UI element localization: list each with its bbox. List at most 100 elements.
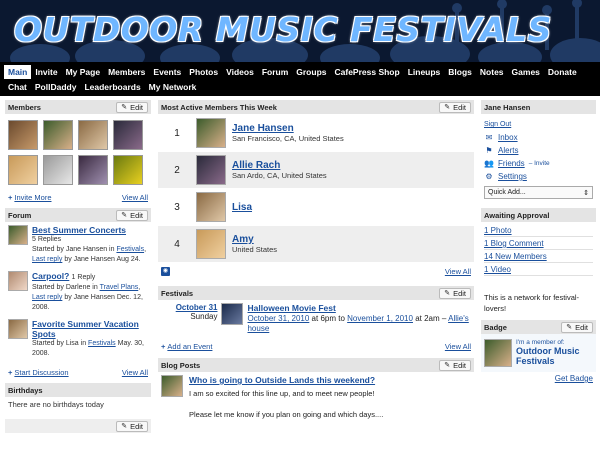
nav-item-donate[interactable]: Donate xyxy=(544,65,581,79)
rank-number: 2 xyxy=(174,164,180,176)
nav-item-my-page[interactable]: My Page xyxy=(62,65,105,79)
nav-row-primary: Main Invite My Page Members Events Photos Vide… xyxy=(4,64,596,79)
event-end-link[interactable]: November 1, 2010 xyxy=(347,314,413,323)
approval-item-link[interactable]: 1 Photo xyxy=(484,226,512,235)
nav-item-my-network[interactable]: My Network xyxy=(145,80,201,94)
nav-item-games[interactable]: Games xyxy=(508,65,544,79)
member-avatar[interactable] xyxy=(8,155,38,185)
forum-title: Forum xyxy=(8,210,32,220)
author-avatar[interactable] xyxy=(161,375,183,397)
forum-topic-title[interactable]: Carpool? xyxy=(32,271,69,281)
forum-category-link[interactable]: Festivals xyxy=(116,246,144,253)
invite-more-link[interactable]: Invite More xyxy=(14,193,51,202)
badge-edit-button[interactable]: ✎ Edit xyxy=(561,321,593,333)
active-members-edit-button[interactable]: ✎ Edit xyxy=(439,101,471,113)
nav-item-notes[interactable]: Notes xyxy=(476,65,508,79)
approval-item-link[interactable]: 14 New Members xyxy=(484,252,547,261)
member-avatar[interactable] xyxy=(8,120,38,150)
forum-edit-button[interactable]: ✎ Edit xyxy=(116,209,148,221)
invite-friends-link[interactable]: – Invite xyxy=(529,160,550,167)
forum-topic: Best Summer Concerts 5 Replies Started b… xyxy=(5,222,151,268)
nav-item-leaderboards[interactable]: Leaderboards xyxy=(80,80,144,94)
member-name-link[interactable]: Allie Rach xyxy=(232,160,280,171)
members-view-all-link[interactable]: View All xyxy=(122,193,148,202)
event-thumbnail[interactable] xyxy=(221,303,244,325)
add-event-link[interactable]: Add an Event xyxy=(167,342,212,351)
last-reply-link[interactable]: Last reply xyxy=(32,256,62,263)
event-date-link[interactable]: October 31 xyxy=(176,303,218,312)
blog-post-title-link[interactable]: Who is going to Outside Lands this weeke… xyxy=(189,375,375,385)
nav-item-forum[interactable]: Forum xyxy=(258,65,292,79)
birthdays-header: Birthdays xyxy=(5,383,151,397)
forum-topic-title[interactable]: Best Summer Concerts xyxy=(32,225,126,235)
inbox-link[interactable]: Inbox xyxy=(498,133,518,142)
event-title-link[interactable]: Halloween Movie Fest xyxy=(247,303,335,313)
nav-item-polldaddy[interactable]: PollDaddy xyxy=(31,80,81,94)
member-name-link[interactable]: Lisa xyxy=(232,202,252,213)
friends-link[interactable]: Friends xyxy=(498,159,525,168)
get-badge-link[interactable]: Get Badge xyxy=(555,374,593,383)
member-avatar[interactable] xyxy=(78,155,108,185)
start-discussion-link[interactable]: Start Discussion xyxy=(14,368,68,377)
approval-item-link[interactable]: 1 Video xyxy=(484,265,511,274)
plus-icon: + xyxy=(8,368,13,377)
main-navigation: Main Invite My Page Members Events Photos Vide… xyxy=(0,62,600,96)
alerts-link[interactable]: Alerts xyxy=(498,146,518,155)
member-avatar[interactable] xyxy=(113,120,143,150)
blog-posts-edit-button[interactable]: ✎ Edit xyxy=(439,359,471,371)
member-avatar[interactable] xyxy=(78,120,108,150)
member-avatar[interactable] xyxy=(196,229,226,259)
settings-link[interactable]: Settings xyxy=(498,172,527,181)
nav-item-members[interactable]: Members xyxy=(104,65,149,79)
rank-number: 3 xyxy=(174,201,180,213)
nav-item-videos[interactable]: Videos xyxy=(222,65,258,79)
member-avatar[interactable] xyxy=(196,155,226,185)
nav-item-main[interactable]: Main xyxy=(4,64,32,79)
event-day: Sunday xyxy=(190,312,218,321)
birthdays-edit-button[interactable]: ✎ Edit xyxy=(116,420,148,432)
event-start-link[interactable]: October 31, 2010 xyxy=(247,314,309,323)
members-edit-button[interactable]: ✎ Edit xyxy=(116,101,148,113)
pencil-icon: ✎ xyxy=(566,323,573,331)
forum-category-link[interactable]: Festivals xyxy=(88,340,116,347)
nav-item-blogs[interactable]: Blogs xyxy=(444,65,476,79)
member-avatar[interactable] xyxy=(113,155,143,185)
forum-view-all-link[interactable]: View All xyxy=(122,368,148,377)
right-column: Jane Hansen Sign Out ✉ Inbox ⚑ Alerts 👥 Fri… xyxy=(481,100,596,385)
member-avatar[interactable] xyxy=(43,120,73,150)
nav-item-invite[interactable]: Invite xyxy=(31,65,61,79)
pencil-icon: ✎ xyxy=(121,422,128,430)
author-avatar[interactable] xyxy=(8,319,28,339)
sign-out-link[interactable]: Sign Out xyxy=(484,121,511,128)
nav-item-photos[interactable]: Photos xyxy=(185,65,222,79)
nav-item-chat[interactable]: Chat xyxy=(4,80,31,94)
member-name-link[interactable]: Jane Hansen xyxy=(232,123,294,134)
badge-avatar xyxy=(484,339,512,367)
author-avatar[interactable] xyxy=(8,271,28,291)
forum-topic-title[interactable]: Favorite Summer Vacation Spots xyxy=(32,319,139,339)
festivals-edit-button[interactable]: ✎ Edit xyxy=(439,287,471,299)
rss-icon[interactable]: ◉ xyxy=(161,267,170,276)
nav-item-cafepress-shop[interactable]: CafePress Shop xyxy=(331,65,404,79)
quick-add-select[interactable]: Quick Add... ⇕ xyxy=(484,186,593,199)
nav-item-events[interactable]: Events xyxy=(149,65,185,79)
member-avatar[interactable] xyxy=(196,192,226,222)
nav-item-lineups[interactable]: Lineups xyxy=(404,65,445,79)
member-badge[interactable]: I'm a member of: Outdoor Music Festivals xyxy=(481,334,596,372)
member-name-link[interactable]: Amy xyxy=(232,234,254,245)
nav-item-groups[interactable]: Groups xyxy=(292,65,330,79)
member-avatar[interactable] xyxy=(196,118,226,148)
forum-category-link[interactable]: Travel Plans xyxy=(100,284,139,291)
members-title: Members xyxy=(8,102,41,112)
festivals-view-all-link[interactable]: View All xyxy=(445,342,471,351)
member-avatar[interactable] xyxy=(43,155,73,185)
last-reply-link[interactable]: Last reply xyxy=(32,294,62,301)
active-members-footer: ◉ View All xyxy=(158,265,474,278)
active-members-view-all-link[interactable]: View All xyxy=(445,267,471,276)
author-avatar[interactable] xyxy=(8,225,28,245)
site-title[interactable]: OUTDOOR MUSIC FESTIVALS xyxy=(14,10,552,49)
approval-item-link[interactable]: 1 Blog Comment xyxy=(484,239,544,248)
pencil-icon: ✎ xyxy=(121,103,128,111)
nav-row-secondary: Chat PollDaddy Leaderboards My Network xyxy=(4,79,596,94)
select-arrow-icon: ⇕ xyxy=(583,189,589,197)
